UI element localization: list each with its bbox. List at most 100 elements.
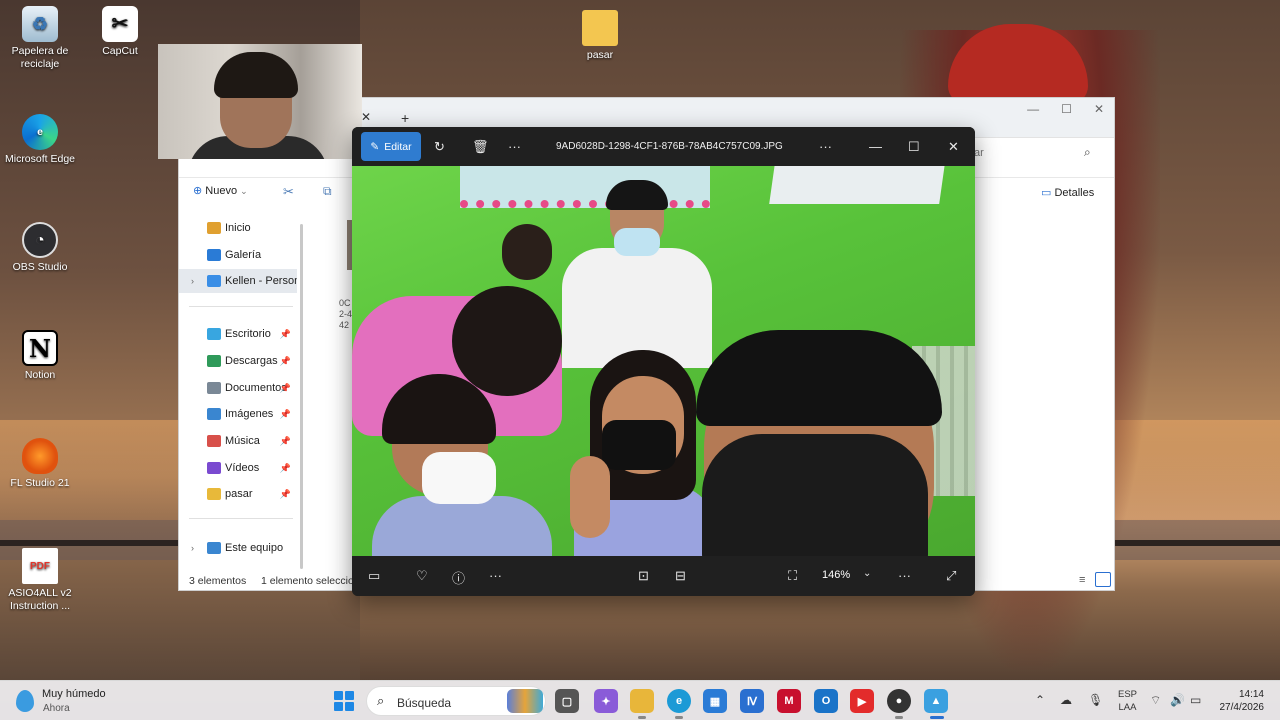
music-icon <box>207 435 221 447</box>
battery-icon[interactable]: ▭ <box>1190 693 1201 707</box>
close-icon[interactable]: ✕ <box>948 139 959 155</box>
nav-item-documentos[interactable]: Documentos 📌 <box>179 376 297 400</box>
desktop-icon-pasar[interactable]: pasar <box>560 10 640 62</box>
running-indicator <box>638 716 646 719</box>
close-tab-icon[interactable]: ✕ <box>361 110 371 124</box>
capcut-icon: ✂ <box>102 6 138 42</box>
fullscreen-icon[interactable]: ⤢ <box>946 568 956 584</box>
nav-item-label: Descargas <box>225 355 278 367</box>
taskview-icon[interactable]: ▢ <box>555 689 579 713</box>
nav-item-label: Imágenes <box>225 408 274 420</box>
details-button[interactable]: ▭ Detalles <box>1041 186 1094 199</box>
close-icon[interactable]: ✕ <box>1094 102 1104 116</box>
edge-icon: e <box>22 114 58 150</box>
nav-item-videos[interactable]: Vídeos 📌 <box>179 456 297 480</box>
desktop-icon-obs[interactable]: ◔ OBS Studio <box>0 222 80 274</box>
wifi-icon[interactable]: ⌔ <box>1150 693 1161 708</box>
nav-scrollbar[interactable] <box>300 224 303 569</box>
nav-item-galeria[interactable]: Galería <box>179 243 297 267</box>
maximize-icon[interactable]: ☐ <box>908 139 920 155</box>
desktop-icon-asio-pdf[interactable]: PDF ASIO4ALL v2 Instruction ... <box>0 548 80 613</box>
weather-icon[interactable] <box>16 690 34 712</box>
desktop-icon-label: Papelera de reciclaje <box>11 45 69 70</box>
more-icon[interactable]: ··· <box>489 568 502 583</box>
desktop-icon-recycle-bin[interactable]: ♻ Papelera de reciclaje <box>0 6 80 71</box>
taskbar-search[interactable]: ⌕ Búsqueda <box>366 686 546 716</box>
new-tab-icon[interactable]: + <box>401 110 409 126</box>
filmstrip-icon[interactable]: ▭ <box>368 568 380 584</box>
weather-title[interactable]: Muy húmedo <box>42 688 106 700</box>
info-icon[interactable]: ⓘ <box>452 568 465 587</box>
outlook-icon[interactable]: O <box>814 689 838 713</box>
explorer-search-input[interactable]: ar <box>974 147 984 159</box>
copy-icon[interactable]: ⧉ <box>323 184 332 199</box>
start-button[interactable] <box>334 691 354 711</box>
zoom-level[interactable]: 146% <box>822 569 850 581</box>
minimize-icon[interactable]: — <box>1027 102 1039 116</box>
favorite-icon[interactable]: ♡ <box>416 568 428 584</box>
fit-to-window-icon[interactable]: ⛶ <box>788 568 797 584</box>
windows-logo-tile <box>345 691 354 700</box>
search-placeholder: Búsqueda <box>397 696 452 710</box>
nav-item-pasar[interactable]: pasar 📌 <box>179 482 297 506</box>
nav-item-imagenes[interactable]: Imágenes 📌 <box>179 402 297 426</box>
desktop-icon-edge[interactable]: e Microsoft Edge <box>0 114 80 166</box>
minimize-icon[interactable]: — <box>869 139 882 154</box>
photos-viewer-window[interactable]: ✎ Editar ↻ 🗑 ··· 9AD6028D-1298-4CF1-876B… <box>352 127 975 596</box>
visual-search-icon[interactable]: ⊡ <box>638 568 649 584</box>
desktop-icon-fl-studio[interactable]: FL Studio 21 <box>0 438 80 490</box>
notion-icon: N <box>22 330 58 366</box>
desktop-icon-notion[interactable]: N Notion <box>0 330 80 382</box>
title-more-icon[interactable]: ··· <box>819 139 832 154</box>
photo-canvas[interactable] <box>352 166 975 556</box>
app-icon[interactable]: Ⅳ <box>740 689 764 713</box>
nav-item-escritorio[interactable]: Escritorio 📌 <box>179 322 297 346</box>
webcam-overlay <box>158 44 362 159</box>
cut-icon[interactable]: ✂ <box>283 184 294 200</box>
desktop-icon-capcut[interactable]: ✂ CapCut <box>80 6 160 58</box>
search-icon[interactable]: ⌕ <box>1084 145 1091 160</box>
nav-item-descargas[interactable]: Descargas 📌 <box>179 349 297 373</box>
edit-button-label: Editar <box>384 140 412 153</box>
file-explorer-taskbar-icon[interactable] <box>630 689 654 713</box>
volume-icon[interactable]: 🔊 <box>1170 693 1185 707</box>
edit-button[interactable]: ✎ Editar <box>361 132 421 161</box>
nav-item-onedrive[interactable]: › Kellen - Persona <box>179 269 297 293</box>
text-recognition-icon[interactable]: ⊟ <box>675 568 686 584</box>
language-indicator[interactable]: ESP LAA <box>1118 688 1137 714</box>
mcafee-icon[interactable]: M <box>777 689 801 713</box>
nav-item-label: Este equipo <box>225 542 284 554</box>
photos-taskbar-icon[interactable]: ▲ <box>924 689 948 713</box>
photo-person <box>696 330 942 426</box>
running-indicator <box>675 716 683 719</box>
file-name-fragment[interactable]: 0C 2-4 42 <box>339 298 352 331</box>
obs-taskbar-icon[interactable]: ● <box>887 689 911 713</box>
nav-divider <box>189 518 293 519</box>
nav-item-musica[interactable]: Música 📌 <box>179 429 297 453</box>
clock[interactable]: 14:14 27/4/2026 <box>1214 688 1265 714</box>
clock-time: 14:14 <box>1238 689 1264 700</box>
delete-icon[interactable]: 🗑 <box>472 139 489 155</box>
photo-mask <box>702 434 928 556</box>
nav-item-este-equipo[interactable]: › Este equipo <box>179 536 297 560</box>
microphone-icon[interactable]: 🎙 <box>1088 693 1103 707</box>
chevron-up-icon[interactable]: ⌃ <box>1035 693 1045 707</box>
more-icon[interactable]: ··· <box>508 139 521 154</box>
explorer-nav-pane: Inicio Galería › Kellen - Persona Escrito… <box>179 216 301 571</box>
pin-icon: 📌 <box>279 488 291 499</box>
maximize-icon[interactable]: ☐ <box>1061 102 1072 116</box>
store-icon[interactable]: ▦ <box>703 689 727 713</box>
nav-item-inicio[interactable]: Inicio <box>179 216 297 240</box>
file-name-line: 42 <box>339 320 350 330</box>
more-icon[interactable]: ··· <box>898 568 911 583</box>
rotate-icon[interactable]: ↻ <box>434 139 445 155</box>
edge-taskbar-icon[interactable]: e <box>667 689 691 713</box>
details-view-icon[interactable]: ≡ <box>1079 574 1085 586</box>
chevron-down-icon[interactable]: ⌄ <box>863 568 871 579</box>
new-button[interactable]: ⊕ Nuevo ⌄ <box>193 184 248 197</box>
tiles-view-icon[interactable] <box>1095 572 1111 587</box>
youtube-icon[interactable]: ▶ <box>850 689 874 713</box>
search-highlight-image <box>507 689 543 713</box>
cloud-sync-icon[interactable]: ☁ <box>1060 693 1072 707</box>
copilot-icon[interactable]: ✦ <box>594 689 618 713</box>
